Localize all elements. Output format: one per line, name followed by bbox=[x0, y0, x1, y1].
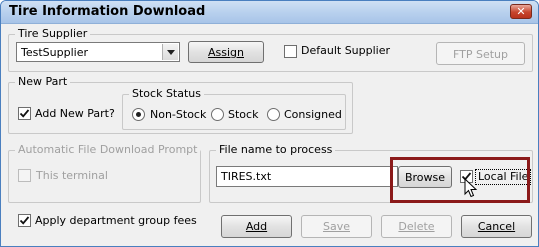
window-title: Tire Information Download bbox=[9, 4, 206, 19]
delete-button[interactable]: Delete bbox=[381, 215, 452, 238]
ftp-setup-label: FTP Setup bbox=[453, 48, 508, 61]
tire-supplier-legend: Tire Supplier bbox=[15, 27, 91, 41]
consigned-label: Consigned bbox=[284, 108, 342, 121]
default-supplier-label: Default Supplier bbox=[301, 44, 391, 57]
checkmark-icon bbox=[19, 216, 30, 225]
new-part-legend: New Part bbox=[15, 75, 71, 89]
consigned-radio[interactable] bbox=[267, 108, 280, 121]
apply-fees-label: Apply department group fees bbox=[35, 214, 197, 227]
file-to-process-legend: File name to process bbox=[216, 143, 336, 157]
dropdown-arrow-icon[interactable] bbox=[162, 44, 178, 60]
save-label: Save bbox=[322, 220, 350, 233]
default-supplier-checkbox[interactable] bbox=[284, 45, 297, 58]
stock-label: Stock bbox=[228, 108, 259, 121]
add-new-part-checkbox[interactable] bbox=[18, 107, 31, 120]
mouse-cursor-icon bbox=[464, 178, 478, 198]
close-button[interactable]: ✕ bbox=[510, 4, 532, 19]
file-name-value: TIRES.txt bbox=[221, 170, 272, 183]
auto-download-legend: Automatic File Download Prompt bbox=[15, 143, 201, 157]
title-bar: Tire Information Download ✕ bbox=[1, 1, 538, 24]
tire-supplier-select[interactable]: TestSupplier bbox=[16, 42, 180, 62]
add-label: Add bbox=[245, 220, 268, 233]
save-button[interactable]: Save bbox=[301, 215, 372, 238]
highlight-annotation bbox=[390, 157, 530, 203]
ftp-setup-button[interactable]: FTP Setup bbox=[436, 42, 525, 65]
add-button[interactable]: Add bbox=[221, 215, 292, 238]
file-name-input[interactable]: TIRES.txt bbox=[216, 166, 398, 187]
delete-label: Delete bbox=[398, 220, 435, 233]
non-stock-radio[interactable] bbox=[132, 108, 145, 121]
non-stock-label: Non-Stock bbox=[150, 108, 207, 121]
this-terminal-label: This terminal bbox=[36, 169, 108, 182]
add-new-part-label: Add New Part? bbox=[35, 107, 115, 120]
this-terminal-checkbox[interactable] bbox=[18, 169, 31, 182]
checkmark-icon bbox=[19, 109, 30, 118]
apply-fees-checkbox[interactable] bbox=[18, 214, 31, 227]
cancel-button[interactable]: Cancel bbox=[461, 215, 532, 238]
tire-supplier-value: TestSupplier bbox=[21, 46, 88, 59]
tire-information-download-dialog: Tire Information Download ✕ Tire Supplie… bbox=[0, 0, 539, 247]
stock-radio[interactable] bbox=[211, 108, 224, 121]
stock-status-legend: Stock Status bbox=[129, 87, 204, 101]
assign-button-label: Assign bbox=[208, 46, 244, 59]
assign-button[interactable]: Assign bbox=[188, 41, 264, 63]
cancel-label: Cancel bbox=[477, 220, 516, 233]
radio-selected-dot bbox=[136, 112, 141, 117]
